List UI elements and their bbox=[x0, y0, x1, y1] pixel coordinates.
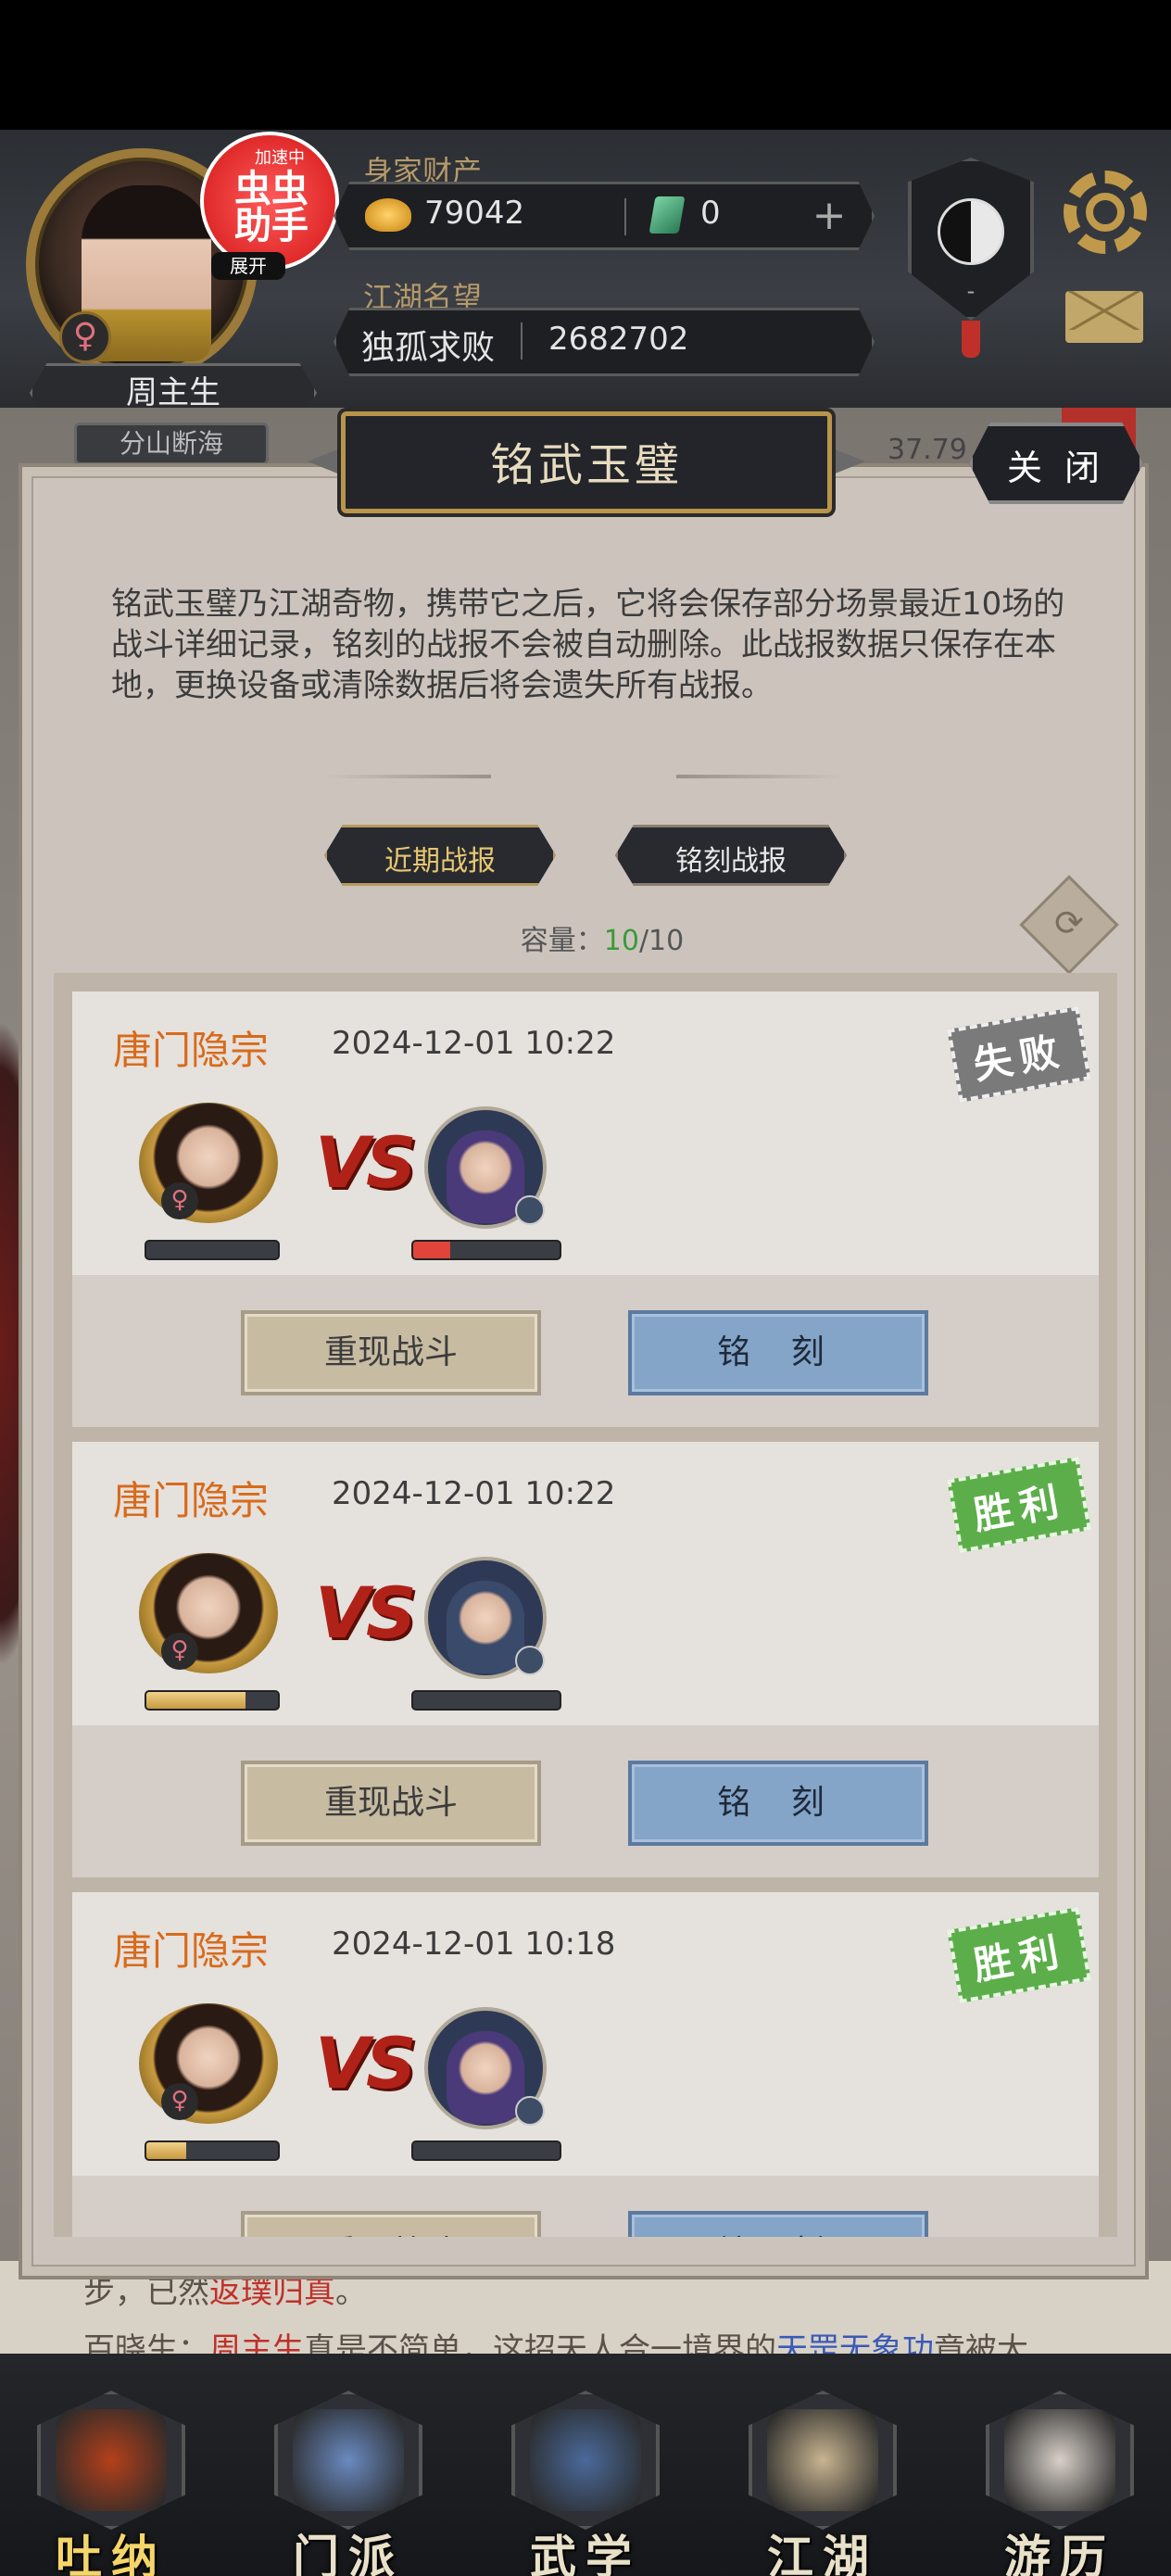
nav-item[interactable]: 江湖 bbox=[721, 2391, 925, 2576]
opponent-face bbox=[447, 1581, 524, 1673]
opponent-hp-bar bbox=[411, 1240, 561, 1260]
avatar bbox=[139, 1103, 278, 1223]
capacity-label: 容量： bbox=[520, 925, 604, 957]
battle-time: 2024-12-01 10:18 bbox=[332, 1926, 616, 1963]
status-bar bbox=[0, 0, 1171, 130]
speed-assistant-name: 虫虫助手 bbox=[234, 168, 308, 247]
nav-icon bbox=[530, 2409, 641, 2511]
opponent-sect: 唐门隐宗 bbox=[113, 1028, 270, 1073]
female-gender-icon: ♀ bbox=[161, 1182, 198, 1219]
divider-ornament-left bbox=[324, 775, 491, 778]
result-stamp: 失败 bbox=[947, 1006, 1091, 1103]
vs-icon: VS bbox=[315, 1121, 417, 1204]
opponent-rank-icon bbox=[515, 1646, 545, 1675]
nav-item[interactable]: 门派 bbox=[246, 2391, 450, 2576]
nav-label: 武学 bbox=[530, 2531, 641, 2576]
taiji-value: - bbox=[966, 278, 976, 304]
player-hp-fill bbox=[146, 1692, 246, 1709]
player-hp-bar bbox=[145, 1240, 280, 1260]
battle-report-list[interactable]: 唐门隐宗 2024-12-01 10:22 失败 ♀ VS 重现战斗 铭 刻 唐… bbox=[54, 973, 1117, 2237]
battle-summary: 唐门隐宗 2024-12-01 10:22 胜利 ♀ VS bbox=[72, 1442, 1099, 1725]
engrave-button[interactable]: 铭 刻 bbox=[628, 1761, 928, 1846]
replay-battle-button[interactable]: 重现战斗 bbox=[241, 1310, 541, 1395]
battle-report-card: 唐门隐宗 2024-12-01 10:22 失败 ♀ VS 重现战斗 铭 刻 bbox=[72, 991, 1099, 1427]
nav-item[interactable]: 游历 bbox=[958, 2391, 1162, 2576]
battle-report-card: 唐门隐宗 2024-12-01 10:18 胜利 ♀ VS 重现战斗 铭 刻 bbox=[72, 1892, 1099, 2237]
divider bbox=[624, 198, 626, 235]
tab-engraved-reports-label[interactable]: 铭刻战报 bbox=[615, 838, 847, 878]
gear-icon-core bbox=[1086, 193, 1125, 232]
nav-icon bbox=[767, 2409, 878, 2511]
vs-icon: VS bbox=[315, 1572, 417, 1654]
avatar bbox=[139, 1553, 278, 1673]
nav-item[interactable]: 吐纳 bbox=[9, 2391, 213, 2576]
vs-icon: VS bbox=[315, 2022, 417, 2104]
nav-item[interactable]: 武学 bbox=[484, 2391, 687, 2576]
female-gender-icon: ♀ bbox=[161, 1633, 198, 1670]
engrave-button[interactable]: 铭 刻 bbox=[628, 1310, 928, 1395]
opponent-rank-icon bbox=[515, 2096, 545, 2126]
mail-icon-flap bbox=[1065, 291, 1143, 330]
gold-amount: 79042 bbox=[424, 195, 525, 232]
nav-label: 江湖 bbox=[767, 2531, 878, 2576]
divider-ornament-right bbox=[676, 775, 843, 778]
replay-battle-button[interactable]: 重现战斗 bbox=[241, 1761, 541, 1846]
gold-ingot-icon bbox=[365, 198, 411, 232]
opponent-face bbox=[447, 2031, 524, 2124]
nav-icon bbox=[56, 2409, 167, 2511]
player-hp-fill bbox=[146, 2142, 186, 2159]
battle-summary: 唐门隐宗 2024-12-01 10:22 失败 ♀ VS bbox=[72, 991, 1099, 1275]
avatar bbox=[139, 2003, 278, 2124]
opponent-hp-fill bbox=[413, 1242, 450, 1258]
engrave-button[interactable]: 铭 刻 bbox=[628, 2211, 928, 2237]
nav-icon bbox=[293, 2409, 404, 2511]
nav-icon bbox=[1004, 2409, 1115, 2511]
nav-label: 游历 bbox=[1004, 2531, 1115, 2576]
capacity-total: /10 bbox=[638, 925, 685, 957]
battle-report-card: 唐门隐宗 2024-12-01 10:22 胜利 ♀ VS 重现战斗 铭 刻 bbox=[72, 1442, 1099, 1877]
battle-summary: 唐门隐宗 2024-12-01 10:18 胜利 ♀ VS bbox=[72, 1892, 1099, 2176]
battle-actions: 重现战斗 铭 刻 bbox=[72, 2176, 1099, 2237]
modal-description: 铭武玉璧乃江湖奇物，携带它之后，它将会保存部分场景最近10场的战斗详细记录，铭刻… bbox=[111, 586, 1065, 704]
speed-expand-button[interactable]: 展开 bbox=[211, 252, 285, 280]
nav-label: 吐纳 bbox=[56, 2531, 167, 2576]
close-button-label[interactable]: 关 闭 bbox=[969, 439, 1143, 490]
opponent-face bbox=[447, 1130, 524, 1223]
opponent-sect: 唐门隐宗 bbox=[113, 1478, 270, 1523]
speed-status-label: 加速中 bbox=[255, 148, 305, 168]
background-number: 37.79 bbox=[888, 434, 967, 466]
capacity-used: 10 bbox=[603, 925, 639, 957]
yinyang-icon bbox=[938, 198, 1004, 265]
wealth-bar bbox=[334, 182, 875, 250]
opponent-sect: 唐门隐宗 bbox=[113, 1928, 270, 1974]
add-currency-button[interactable]: + bbox=[806, 195, 852, 241]
battle-time: 2024-12-01 10:22 bbox=[332, 1475, 616, 1512]
tassel-icon bbox=[962, 321, 980, 358]
player-hp-bar bbox=[145, 2140, 280, 2161]
female-gender-icon: ♀ bbox=[59, 311, 111, 363]
refresh-icon[interactable]: ⟳ bbox=[1041, 903, 1097, 943]
opponent-hp-bar bbox=[411, 1690, 561, 1711]
sect-label: 分山断海 bbox=[74, 423, 269, 465]
replay-battle-button[interactable]: 重现战斗 bbox=[241, 2211, 541, 2237]
tab-recent-reports-label[interactable]: 近期战报 bbox=[324, 838, 556, 878]
opponent-hp-bar bbox=[411, 2140, 561, 2161]
battle-actions: 重现战斗 铭 刻 bbox=[72, 1275, 1099, 1427]
fame-value: 2682702 bbox=[548, 321, 689, 358]
battle-actions: 重现战斗 铭 刻 bbox=[72, 1725, 1099, 1877]
result-stamp: 胜利 bbox=[947, 1457, 1091, 1553]
jade-amount: 0 bbox=[700, 195, 721, 232]
modal-title: 铭武玉璧 bbox=[489, 439, 683, 491]
opponent-rank-icon bbox=[515, 1195, 545, 1225]
capacity-readout: 容量：10/10 bbox=[482, 917, 723, 958]
player-hp-bar bbox=[145, 1690, 280, 1711]
nav-label: 门派 bbox=[293, 2531, 404, 2576]
battle-time: 2024-12-01 10:22 bbox=[332, 1025, 616, 1062]
fame-title: 独孤求败 bbox=[361, 329, 496, 367]
female-gender-icon: ♀ bbox=[161, 2083, 198, 2120]
result-stamp: 胜利 bbox=[947, 1907, 1091, 2003]
divider bbox=[521, 322, 523, 360]
